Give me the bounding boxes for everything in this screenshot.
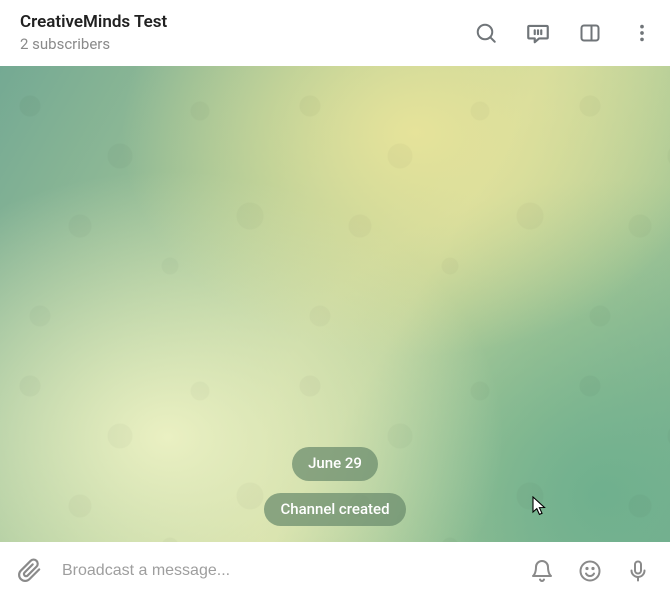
chat-area[interactable]: June 29 Channel created: [0, 66, 670, 542]
chat-subtitle: 2 subscribers: [20, 35, 472, 55]
more-menu-icon[interactable]: [628, 19, 656, 47]
comments-icon[interactable]: [524, 19, 552, 47]
message-composer: [0, 542, 670, 600]
message-input[interactable]: [62, 562, 510, 580]
search-icon[interactable]: [472, 19, 500, 47]
notifications-icon[interactable]: [528, 557, 556, 585]
message-list: June 29 Channel created: [0, 447, 670, 542]
chat-header-info[interactable]: CreativeMinds Test 2 subscribers: [20, 11, 472, 55]
chat-header: CreativeMinds Test 2 subscribers: [0, 0, 670, 66]
system-message: Channel created: [264, 493, 405, 527]
chat-title: CreativeMinds Test: [20, 11, 472, 33]
composer-actions: [528, 557, 652, 585]
sidebar-toggle-icon[interactable]: [576, 19, 604, 47]
microphone-icon[interactable]: [624, 557, 652, 585]
date-badge: June 29: [292, 447, 378, 481]
header-actions: [472, 19, 656, 47]
attach-icon[interactable]: [16, 557, 44, 585]
emoji-icon[interactable]: [576, 557, 604, 585]
